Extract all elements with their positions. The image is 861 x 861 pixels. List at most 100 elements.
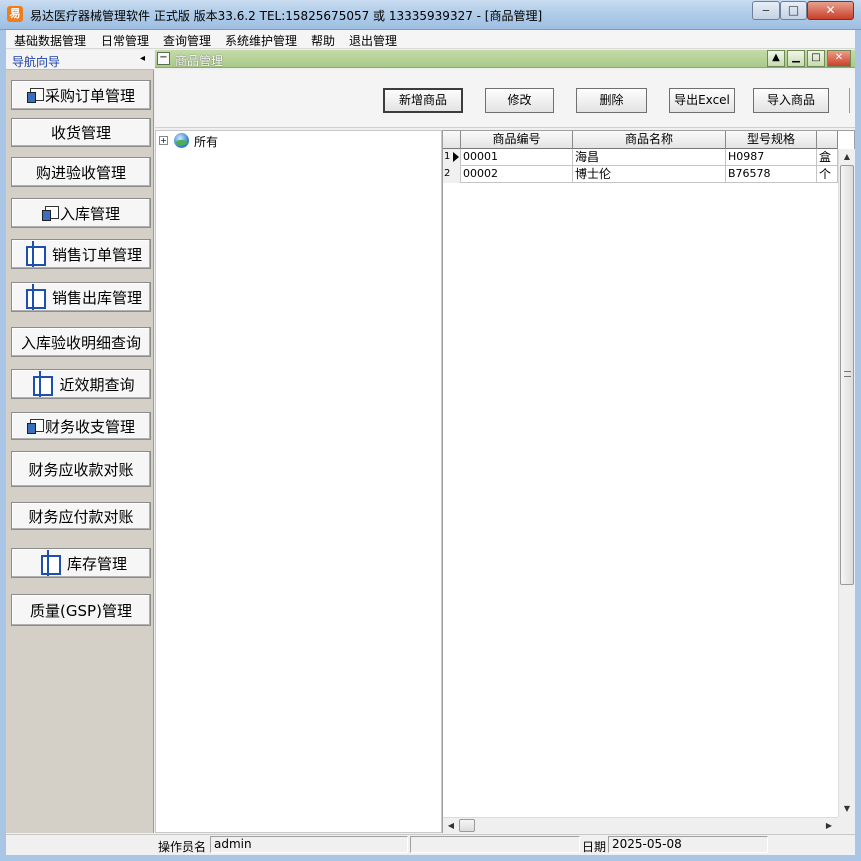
- nav-gsp-quality-button[interactable]: 质量(GSP)管理: [11, 594, 151, 626]
- menu-system[interactable]: 系统维护管理: [225, 32, 297, 49]
- add-product-button[interactable]: 新增商品: [383, 88, 463, 113]
- nav-receiving-button[interactable]: 收货管理: [11, 118, 151, 147]
- panel-close-icon[interactable]: ✕: [827, 50, 851, 67]
- nav-panel: 导航向导 ◂ 采购订单管理 收货管理 购进验收管理 入库管理 销售订单管理 销售…: [6, 50, 154, 833]
- menu-daily[interactable]: 日常管理: [101, 32, 149, 49]
- menu-bar: 基础数据管理 日常管理 查询管理 系统维护管理 帮助 退出管理: [6, 30, 855, 49]
- minimize-button[interactable]: ‒: [752, 1, 780, 20]
- panel-maximize-icon[interactable]: □: [807, 50, 825, 67]
- nav-title: 导航向导: [12, 55, 61, 69]
- nav-button-label: 财务收支管理: [44, 417, 135, 436]
- vertical-scrollbar[interactable]: ▲ ▼: [838, 149, 855, 817]
- panel-header: − 商品管理 ▲ ▁ □ ✕: [155, 50, 855, 68]
- row-indicator: 1: [443, 149, 461, 166]
- card-icon: [41, 206, 59, 221]
- cell-spec[interactable]: B76578: [726, 166, 817, 183]
- scroll-corner: [838, 817, 855, 833]
- product-grid: 商品编号 商品名称 型号规格 1 00001 海昌 H0987 盒 2 0000…: [442, 130, 855, 833]
- toolbar-separator: [849, 88, 851, 113]
- nav-finance-button[interactable]: 财务收支管理: [11, 412, 151, 440]
- nav-button-label: 销售出库管理: [51, 288, 142, 307]
- nav-button-label: 收货管理: [50, 124, 111, 142]
- table-row[interactable]: 1 00001 海昌 H0987 盒: [443, 149, 838, 166]
- nav-sales-order-button[interactable]: 销售订单管理: [11, 239, 151, 269]
- nav-receivables-button[interactable]: 财务应收款对账: [11, 451, 151, 487]
- column-header-extra[interactable]: [817, 131, 838, 149]
- row-indicator: 2: [443, 166, 461, 183]
- nav-button-label: 质量(GSP)管理: [30, 601, 132, 620]
- scroll-up-icon[interactable]: ▲: [839, 149, 855, 165]
- import-products-button[interactable]: 导入商品: [753, 88, 829, 113]
- edit-button[interactable]: 修改: [485, 88, 554, 113]
- date-value: 2025-05-08: [608, 836, 768, 853]
- tree-node-all[interactable]: 所有: [194, 133, 218, 150]
- header-indicator: [443, 131, 461, 149]
- card-icon: [26, 419, 44, 434]
- nav-button-label: 购进验收管理: [35, 163, 126, 182]
- cell-code[interactable]: 00001: [461, 149, 573, 166]
- nav-button-label: 采购订单管理: [44, 86, 135, 105]
- restore-up-icon[interactable]: ▲: [767, 50, 785, 67]
- nav-purchase-order-button[interactable]: 采购订单管理: [11, 80, 151, 110]
- horizontal-scroll-thumb[interactable]: [459, 819, 475, 832]
- status-empty-pane: [410, 836, 580, 853]
- scroll-right-icon[interactable]: ▶: [821, 818, 837, 834]
- export-excel-button[interactable]: 导出Excel: [669, 88, 735, 113]
- book-icon: [27, 371, 57, 397]
- category-tree[interactable]: + 所有: [155, 130, 442, 833]
- scroll-down-icon[interactable]: ▼: [839, 801, 855, 817]
- nav-stock-in-button[interactable]: 入库管理: [11, 198, 151, 228]
- globe-icon: [174, 133, 189, 148]
- column-header-spec[interactable]: 型号规格: [726, 131, 817, 149]
- nav-sales-out-button[interactable]: 销售出库管理: [11, 282, 151, 312]
- nav-near-expiry-button[interactable]: 近效期查询: [11, 369, 151, 399]
- nav-button-label: 入库验收明细查询: [20, 333, 141, 352]
- nav-payables-button[interactable]: 财务应付款对账: [11, 502, 151, 530]
- cell-extra[interactable]: 个: [817, 166, 838, 183]
- operator-label: 操作员名: [158, 840, 207, 854]
- nav-button-label: 入库管理: [59, 204, 120, 223]
- nav-inspection-detail-button[interactable]: 入库验收明细查询: [11, 327, 151, 357]
- nav-header: 导航向导 ◂: [6, 50, 154, 70]
- panel-minimize-icon[interactable]: ▁: [787, 50, 805, 67]
- menu-exit[interactable]: 退出管理: [349, 32, 397, 49]
- table-row[interactable]: 2 00002 博士伦 B76578 个: [443, 166, 838, 183]
- panel-title: 商品管理: [175, 54, 224, 68]
- cell-code[interactable]: 00002: [461, 166, 573, 183]
- window-frame-bottom: [0, 855, 861, 861]
- cell-extra[interactable]: 盒: [817, 149, 838, 166]
- menu-help[interactable]: 帮助: [311, 32, 335, 49]
- nav-inventory-button[interactable]: 库存管理: [11, 548, 151, 578]
- tree-expand-icon[interactable]: +: [159, 136, 168, 145]
- close-button[interactable]: ✕: [807, 1, 854, 20]
- status-bar: 操作员名 admin 日期 2025-05-08: [6, 834, 855, 854]
- window-title: 易达医疗器械管理软件 正式版 版本33.6.2 TEL:15825675057 …: [30, 9, 543, 23]
- row-number: 2: [444, 168, 451, 179]
- maximize-button[interactable]: □: [780, 1, 807, 20]
- delete-button[interactable]: 删除: [576, 88, 647, 113]
- cell-name[interactable]: 海昌: [573, 149, 726, 166]
- scroll-left-icon[interactable]: ◀: [443, 818, 459, 834]
- nav-button-label: 财务应付款对账: [28, 507, 134, 526]
- nav-collapse-icon[interactable]: ◂: [140, 53, 145, 64]
- menu-basic-data[interactable]: 基础数据管理: [14, 32, 86, 49]
- nav-button-label: 近效期查询: [59, 375, 135, 394]
- nav-button-label: 财务应收款对账: [28, 460, 134, 479]
- cell-spec[interactable]: H0987: [726, 149, 817, 166]
- horizontal-scrollbar[interactable]: ◀ ▶: [443, 817, 838, 833]
- cell-name[interactable]: 博士伦: [573, 166, 726, 183]
- book-icon: [20, 284, 50, 310]
- nav-purchase-inspection-button[interactable]: 购进验收管理: [11, 157, 151, 187]
- menu-query[interactable]: 查询管理: [163, 32, 211, 49]
- vertical-scroll-thumb[interactable]: [840, 165, 854, 585]
- column-header-name[interactable]: 商品名称: [573, 131, 726, 149]
- nav-button-label: 库存管理: [66, 554, 127, 573]
- grip-icon: [844, 371, 851, 377]
- card-icon: [26, 88, 44, 103]
- current-row-arrow-icon: [453, 152, 459, 162]
- column-header-code[interactable]: 商品编号: [461, 131, 573, 149]
- grid-header: 商品编号 商品名称 型号规格: [443, 131, 838, 149]
- book-icon: [35, 550, 65, 576]
- nav-button-label: 销售订单管理: [51, 245, 142, 264]
- collapse-icon[interactable]: −: [157, 52, 170, 65]
